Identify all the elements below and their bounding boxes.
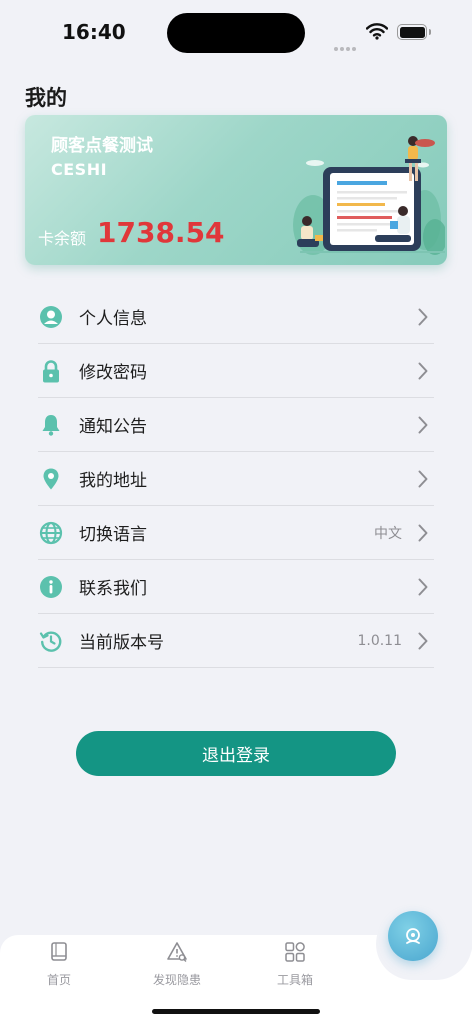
card-holder-name: 顾客点餐测试 — [51, 136, 153, 156]
menu-item-switch-language[interactable]: 切换语言 中文 — [38, 506, 434, 560]
menu-item-contact-us[interactable]: 联系我们 — [38, 560, 434, 614]
menu-item-my-address[interactable]: 我的地址 — [38, 452, 434, 506]
settings-menu: 个人信息 修改密码 通知公告 我的地址 切换语言 中文 联系我们 当前版本号 1… — [38, 290, 434, 668]
tab-label: 首页 — [46, 973, 71, 987]
battery-icon — [397, 24, 431, 40]
logout-button[interactable]: 退出登录 — [76, 731, 396, 776]
chevron-right-icon — [418, 524, 428, 542]
tab-home[interactable]: 首页 — [19, 941, 99, 988]
card-holder-code: CESHI — [51, 160, 108, 179]
chevron-right-icon — [418, 578, 428, 596]
assistant-fab-button[interactable] — [388, 911, 438, 961]
wifi-icon — [365, 22, 389, 44]
dynamic-island — [167, 13, 305, 53]
status-time: 16:40 — [62, 20, 126, 44]
lock-icon — [38, 358, 64, 384]
page-title: 我的 — [25, 86, 67, 110]
status-bar: 16:40 — [0, 0, 472, 64]
menu-label: 当前版本号 — [79, 633, 164, 653]
book-icon — [51, 942, 67, 961]
balance-value: 1738.54 — [97, 216, 225, 249]
app-version-value: 1.0.11 — [357, 632, 402, 649]
info-icon — [38, 574, 64, 600]
menu-label: 个人信息 — [79, 309, 147, 329]
menu-item-change-password[interactable]: 修改密码 — [38, 344, 434, 398]
menu-label: 通知公告 — [79, 417, 147, 437]
menu-item-notifications[interactable]: 通知公告 — [38, 398, 434, 452]
cellular-signal-icon — [334, 36, 358, 55]
toolbox-grid-icon — [285, 942, 305, 962]
user-circle-icon — [38, 304, 64, 330]
chevron-right-icon — [418, 470, 428, 488]
menu-item-personal-info[interactable]: 个人信息 — [38, 290, 434, 344]
menu-label: 切换语言 — [79, 525, 147, 545]
tab-label: 发现隐患 — [152, 973, 201, 987]
warning-search-icon — [167, 942, 187, 962]
chevron-right-icon — [418, 416, 428, 434]
home-indicator — [152, 1009, 320, 1014]
tab-label: 工具箱 — [276, 973, 313, 987]
menu-label: 修改密码 — [79, 363, 147, 383]
assistant-icon — [406, 928, 420, 944]
member-card: 顾客点餐测试 CESHI 卡余额 1738.54 — [25, 115, 447, 265]
version-history-icon — [38, 628, 64, 654]
current-language-value: 中文 — [374, 525, 402, 542]
chevron-right-icon — [418, 362, 428, 380]
menu-label: 联系我们 — [79, 579, 147, 599]
balance-label: 卡余额 — [38, 229, 87, 248]
bell-icon — [38, 412, 64, 438]
menu-label: 我的地址 — [79, 471, 147, 491]
chevron-right-icon — [418, 308, 428, 326]
tab-toolbox[interactable]: 工具箱 — [255, 941, 335, 988]
tab-discover-hazards[interactable]: 发现隐患 — [137, 941, 217, 988]
reading-people-illustration — [293, 136, 445, 255]
location-pin-icon — [38, 466, 64, 492]
chevron-right-icon — [418, 632, 428, 650]
menu-item-app-version[interactable]: 当前版本号 1.0.11 — [38, 614, 434, 668]
globe-icon — [38, 520, 64, 546]
